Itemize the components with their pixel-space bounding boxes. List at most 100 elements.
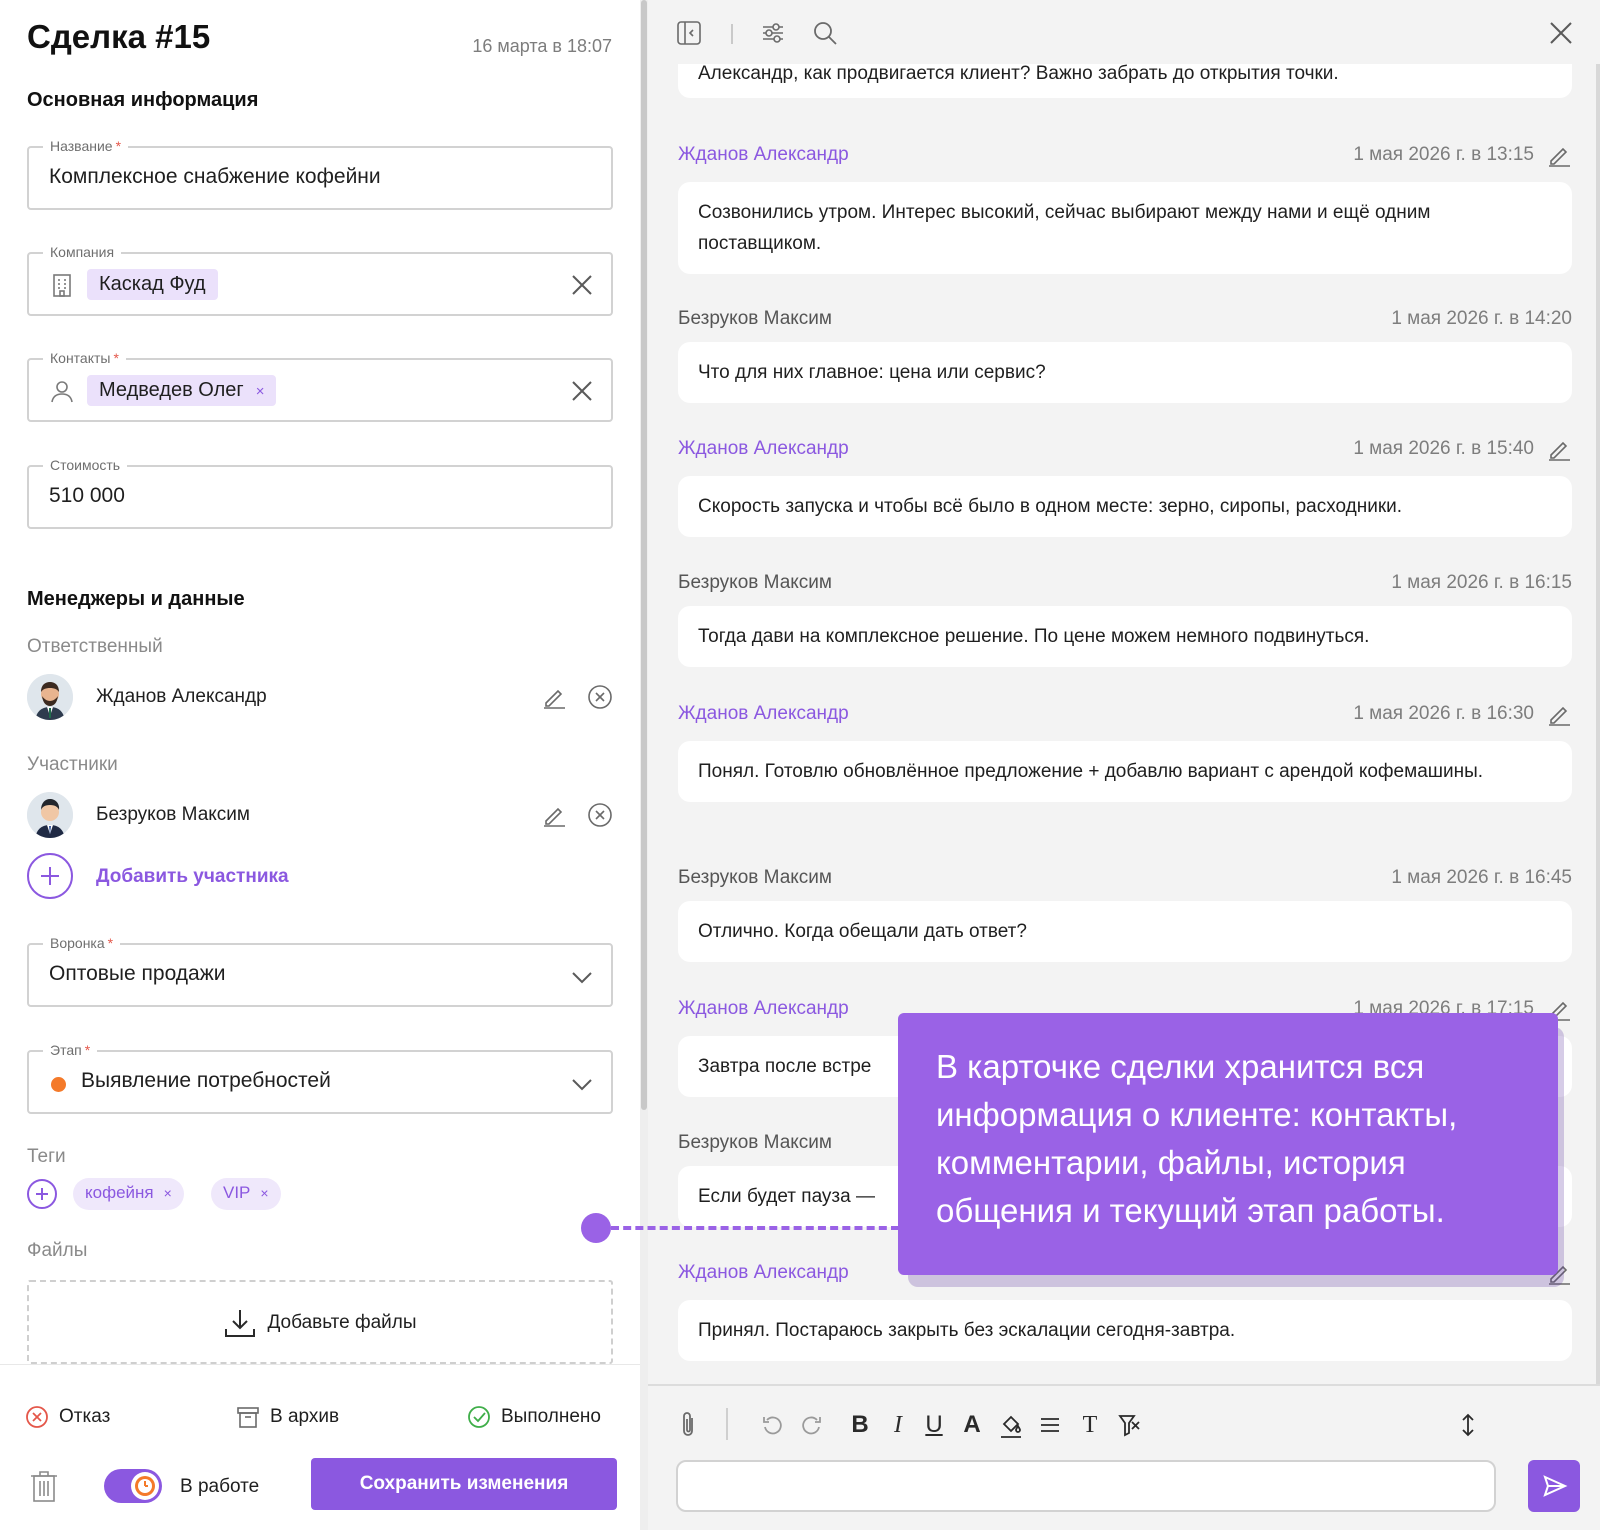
dropzone-label: Добавьте файлы <box>267 1312 417 1334</box>
cost-field[interactable]: Стоимость 510 000 <box>27 456 613 529</box>
clear-format-icon[interactable] <box>1116 1410 1142 1440</box>
align-icon[interactable] <box>1038 1410 1062 1440</box>
responsible-label: Ответственный <box>27 636 163 657</box>
underline-icon[interactable]: U <box>922 1410 946 1440</box>
building-icon <box>53 274 71 297</box>
deal-title: Сделка #15 <box>27 18 211 55</box>
message-author: Безруков Максим <box>678 1132 832 1153</box>
avatar <box>27 674 73 720</box>
edit-message-icon[interactable] <box>1546 701 1572 727</box>
message-bubble: Скорость запуска и чтобы всё было в одно… <box>678 476 1572 537</box>
remove-responsible-icon[interactable] <box>587 684 613 710</box>
contact-chip[interactable]: Медведев Олег × <box>87 375 277 406</box>
highlight-icon[interactable] <box>998 1410 1024 1440</box>
chevron-down-icon[interactable] <box>570 1072 594 1096</box>
message-time: 1 мая 2026 г. в 14:20 <box>1391 308 1572 329</box>
message-input[interactable] <box>676 1460 1496 1512</box>
search-icon[interactable] <box>812 20 838 46</box>
message-time: 1 мая 2026 г. в 15:40 <box>1353 438 1534 459</box>
remove-contact-icon[interactable]: × <box>256 383 265 400</box>
name-field[interactable]: Название * Комплексное снабжение кофейни <box>27 137 613 210</box>
section-main-info: Основная информация <box>27 89 259 111</box>
company-field[interactable]: Компания Каскад Фуд <box>27 243 613 316</box>
message-author: Безруков Максим <box>678 308 832 329</box>
redo-icon[interactable] <box>800 1410 824 1440</box>
tags-label: Теги <box>27 1146 66 1167</box>
participant-row: Безруков Максим <box>27 792 613 840</box>
company-chip[interactable]: Каскад Фуд <box>87 269 218 300</box>
message-author: Безруков Максим <box>678 867 832 888</box>
in-work-label: В работе <box>180 1476 260 1497</box>
font-icon[interactable]: T <box>1078 1410 1102 1440</box>
funnel-select[interactable]: Воронка * Оптовые продажи <box>27 934 613 1007</box>
expand-vertical-icon[interactable] <box>1456 1410 1480 1440</box>
undo-icon[interactable] <box>760 1410 784 1440</box>
section-managers: Менеджеры и данные <box>27 588 245 610</box>
check-circle-icon <box>468 1406 490 1428</box>
send-button[interactable] <box>1528 1460 1580 1512</box>
message-author: Жданов Александр <box>678 1262 849 1283</box>
edit-message-icon[interactable] <box>1546 142 1572 168</box>
left-scrollbar[interactable] <box>641 0 647 1110</box>
participant-name: Безруков Максим <box>96 804 250 825</box>
close-icon[interactable] <box>1548 20 1574 46</box>
file-dropzone[interactable]: Добавьте файлы <box>27 1280 613 1364</box>
remove-tag-icon[interactable]: × <box>260 1185 268 1201</box>
name-value[interactable]: Комплексное снабжение кофейни <box>49 165 381 189</box>
send-icon <box>1543 1475 1568 1497</box>
toolbar-separator <box>726 1408 728 1440</box>
edit-participant-icon[interactable] <box>541 802 567 828</box>
stage-select[interactable]: Этап * Выявление потребностей <box>27 1041 613 1114</box>
chevron-down-icon[interactable] <box>570 965 594 989</box>
tag-chip[interactable]: кофейня × <box>73 1178 184 1210</box>
message-author: Жданов Александр <box>678 144 849 165</box>
stage-field-label: Этап * <box>43 1041 98 1059</box>
message-time: 1 мая 2026 г. в 16:45 <box>1391 867 1572 888</box>
card-footer: Отказ В архив Выполнено В работе Сохрани… <box>0 1364 640 1530</box>
in-work-toggle[interactable] <box>104 1469 162 1503</box>
participants-label: Участники <box>27 754 118 775</box>
add-tag-icon[interactable] <box>27 1179 57 1209</box>
archive-button[interactable]: В архив <box>236 1405 339 1429</box>
message-author: Жданов Александр <box>678 703 849 724</box>
done-button[interactable]: Выполнено <box>467 1405 601 1429</box>
message-bubble: Понял. Готовлю обновлённое предложение +… <box>678 741 1572 802</box>
chat-toolbar <box>648 0 1600 64</box>
italic-icon[interactable]: I <box>886 1410 910 1440</box>
deal-date: 16 марта в 18:07 <box>472 36 612 56</box>
deal-card-panel: Сделка #15 16 марта в 18:07 Основная инф… <box>0 0 640 1530</box>
reject-button[interactable]: Отказ <box>25 1405 110 1429</box>
cost-value[interactable]: 510 000 <box>49 484 125 508</box>
text-color-icon[interactable]: A <box>960 1410 984 1440</box>
filter-icon[interactable] <box>760 20 786 46</box>
collapse-panel-icon[interactable] <box>676 20 702 46</box>
responsible-row: Жданов Александр <box>27 674 613 722</box>
message-bubble: Тогда дави на комплексное решение. По це… <box>678 606 1572 667</box>
tag-chip[interactable]: VIP × <box>211 1178 281 1210</box>
remove-tag-icon[interactable]: × <box>164 1185 172 1201</box>
cost-field-label: Стоимость <box>43 456 128 474</box>
message-composer: B I U A T <box>648 1384 1600 1530</box>
add-participant-label[interactable]: Добавить участника <box>96 866 289 888</box>
clear-contacts-icon[interactable] <box>569 378 595 404</box>
toolbar-separator <box>731 24 733 44</box>
name-field-label: Название * <box>43 137 129 155</box>
edit-message-icon[interactable] <box>1546 436 1572 462</box>
attach-icon[interactable] <box>676 1410 700 1440</box>
remove-participant-icon[interactable] <box>587 802 613 828</box>
trash-icon[interactable] <box>29 1469 59 1503</box>
callout-tooltip: В карточке сделки хранится вся информаци… <box>898 1013 1558 1275</box>
save-button[interactable]: Сохранить изменения <box>311 1458 617 1510</box>
message-bubble: Принял. Постараюсь закрыть без эскалации… <box>678 1300 1572 1361</box>
callout-anchor-dot <box>581 1213 611 1243</box>
contacts-field[interactable]: Контакты * Медведев Олег × <box>27 349 613 422</box>
callout-connector <box>611 1226 899 1230</box>
message-author: Безруков Максим <box>678 572 832 593</box>
company-field-label: Компания <box>43 243 122 261</box>
message-bubble: Созвонились утром. Интерес высокий, сейч… <box>678 182 1572 274</box>
edit-responsible-icon[interactable] <box>541 684 567 710</box>
clear-company-icon[interactable] <box>569 272 595 298</box>
bold-icon[interactable]: B <box>848 1410 872 1440</box>
plus-icon[interactable] <box>27 853 73 899</box>
chat-scrollbar[interactable] <box>1596 64 1600 1384</box>
